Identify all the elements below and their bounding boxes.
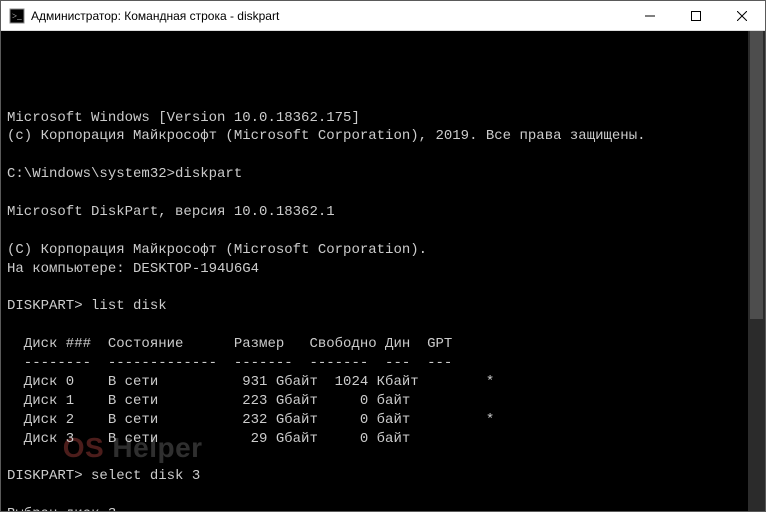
prompt-line: DISKPART> select disk 3: [7, 468, 200, 484]
prompt-line: DISKPART> list disk: [7, 298, 167, 314]
output-line: На компьютере: DESKTOP-194U6G4: [7, 261, 259, 277]
output-line: (с) Корпорация Майкрософт (Microsoft Cor…: [7, 128, 646, 144]
output-line: Microsoft Windows [Version 10.0.18362.17…: [7, 110, 360, 126]
close-button[interactable]: [719, 1, 765, 30]
table-row: Диск 0 В сети 931 Gбайт 1024 Кбайт *: [7, 374, 494, 390]
terminal-content: Microsoft Windows [Version 10.0.18362.17…: [7, 90, 759, 511]
maximize-button[interactable]: [673, 1, 719, 30]
table-row: Диск 2 В сети 232 Gбайт 0 байт *: [7, 412, 494, 428]
prompt-line: C:\Windows\system32>diskpart: [7, 166, 242, 182]
titlebar[interactable]: >_ Администратор: Командная строка - dis…: [1, 1, 765, 31]
terminal-area[interactable]: OS Helper Microsoft Windows [Version 10.…: [1, 31, 765, 511]
window-title: Администратор: Командная строка - diskpa…: [31, 9, 627, 23]
output-line: Выбран диск 3.: [7, 506, 125, 511]
table-header: Диск ### Состояние Размер Свободно Дин G…: [7, 336, 452, 352]
output-line: Microsoft DiskPart, версия 10.0.18362.1: [7, 204, 335, 220]
table-separator: -------- ------------- ------- ------- -…: [7, 355, 452, 371]
output-line: (C) Корпорация Майкрософт (Microsoft Cor…: [7, 242, 427, 258]
minimize-button[interactable]: [627, 1, 673, 30]
cmd-icon: >_: [9, 8, 25, 24]
svg-text:>_: >_: [12, 11, 22, 21]
window-frame: >_ Администратор: Командная строка - dis…: [0, 0, 766, 512]
table-row: Диск 3 В сети 29 Gбайт 0 байт: [7, 431, 410, 447]
table-row: Диск 1 В сети 223 Gбайт 0 байт: [7, 393, 410, 409]
window-controls: [627, 1, 765, 30]
